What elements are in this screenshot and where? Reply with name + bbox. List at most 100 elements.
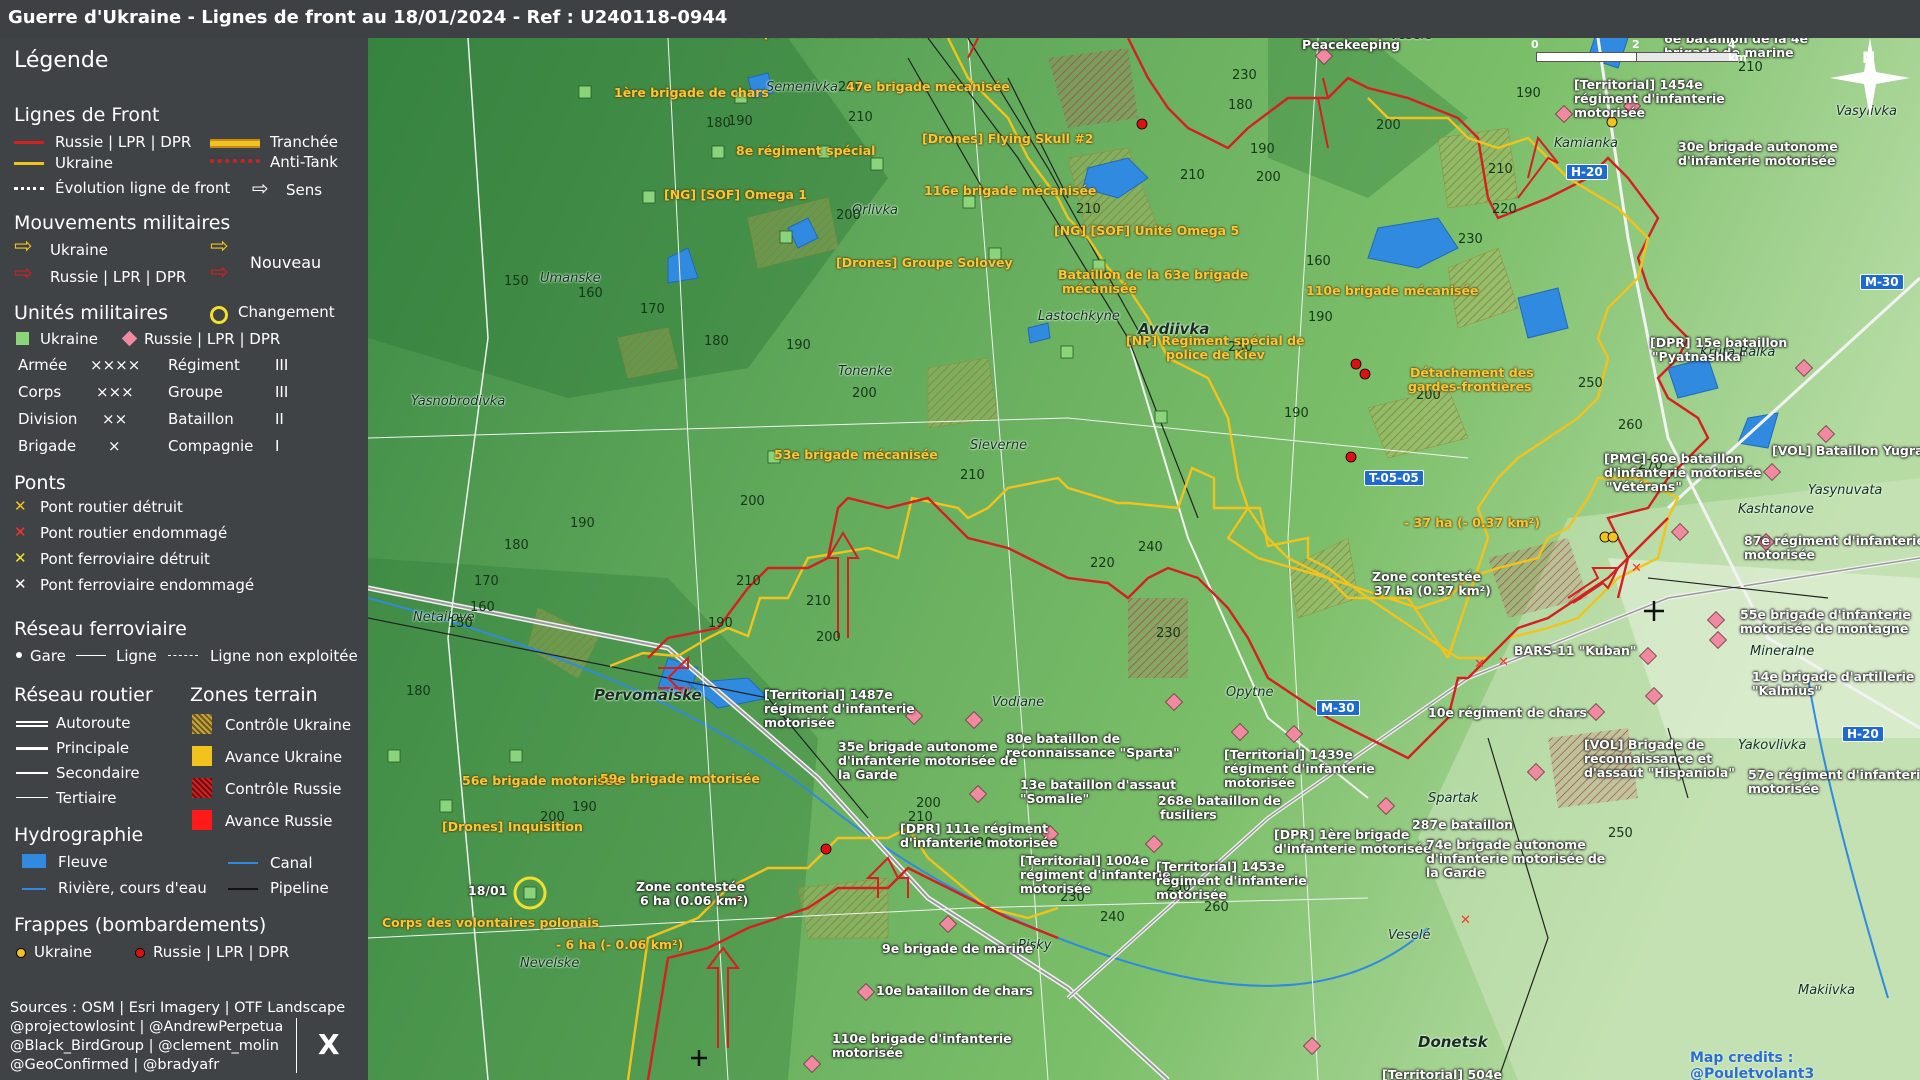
echelon-corps: Corps: [18, 383, 62, 401]
elevation-label: 190: [572, 800, 597, 815]
elevation-label: 230: [1232, 68, 1257, 83]
road-label: Secondaire: [56, 764, 140, 782]
russia-unit-label: d'assaut "Hispaniola": [1584, 765, 1735, 780]
echelon-battalion-sym: II: [275, 410, 284, 428]
elevation-label: 230: [1458, 232, 1483, 247]
hydro-heading: Hydrographie: [14, 824, 144, 846]
ukraine-unit-label: [NP] Régiment spécial de: [1126, 333, 1305, 348]
russia-unit-label: [Territorial] 1453e: [1156, 859, 1285, 874]
ukraine-unit-label: [Drones] Inquisition: [442, 819, 583, 834]
russia-control-swatch: [192, 778, 212, 798]
elevation-label: 190: [1308, 310, 1333, 325]
elevation-label: 210: [1488, 162, 1513, 177]
bridges-heading: Ponts: [14, 472, 66, 494]
russia-unit-label: reconnaissance "Sparta": [1006, 745, 1180, 760]
russia-unit-label: [Territorial] 504e: [1382, 1067, 1503, 1080]
elevation-label: 240: [1138, 540, 1163, 555]
russia-unit-label: Russie | LPR | DPR: [144, 330, 281, 348]
x-logo-icon[interactable]: X: [318, 1028, 340, 1061]
evolution-swatch: [14, 187, 44, 190]
russia-unit-label: reconnaissance et: [1584, 751, 1713, 766]
russia-unit-label: 87e régiment d'infanterie: [1744, 533, 1920, 548]
sources-divider: [296, 1018, 297, 1073]
russia-unit-label: 13e bataillon d'assaut: [1020, 777, 1177, 792]
town-label: Nevelske: [520, 956, 580, 971]
change-ring-icon: [210, 306, 228, 324]
town-label: Umanske: [540, 271, 601, 286]
svg-text:✕: ✕: [1460, 913, 1471, 928]
elevation-label: 210: [806, 594, 831, 609]
ukraine-unit-label: [NG] [SOF] Unité Omega 5: [1054, 223, 1240, 238]
ukraine-unit-label: - 37 ha (- 0.37 km²): [1404, 515, 1540, 530]
road-shield: T-05-05: [1364, 470, 1424, 486]
river-label: Fleuve: [58, 853, 108, 871]
elevation-label: 190: [728, 114, 753, 129]
russia-unit-label: 287e bataillon: [1412, 817, 1514, 832]
rail-heading: Réseau ferroviaire: [14, 618, 187, 640]
ukraine-unit-label: 1ère brigade de chars: [614, 85, 769, 100]
trench-label: Tranchée: [270, 133, 339, 151]
elevation-label: 200: [816, 630, 841, 645]
sources-line: @Black_BirdGroup | @clement_molin: [10, 1038, 279, 1054]
echelon-brigade-sym: ×: [108, 437, 121, 455]
echelon-company: Compagnie: [168, 437, 254, 455]
russia-unit-label: fusiliers: [1160, 807, 1217, 822]
elevation-label: 260: [1204, 900, 1229, 915]
evolution-label: Évolution ligne de front: [55, 179, 231, 197]
town-label: Yakovlivka: [1738, 738, 1807, 753]
rail-bridge-destroyed-icon: ✕: [14, 549, 27, 567]
secondary-road-swatch: [16, 772, 48, 774]
terrain-heading: Zones terrain: [190, 684, 318, 706]
station-label: Gare: [30, 647, 66, 665]
strikes-heading: Frappes (bombardements): [14, 914, 267, 936]
movements-heading: Mouvements militaires: [14, 212, 231, 234]
russia-unit-label: [VOL] Brigade de: [1584, 737, 1705, 752]
antitank-label: Anti-Tank: [270, 153, 338, 171]
map-canvas[interactable]: ✕ ✕ ✕ ✕ ✕ H-20 M-30 T-05-05 M-30 H-20 Semen…: [368, 38, 1920, 1080]
echelon-battalion: Bataillon: [168, 410, 234, 428]
town-label: Yasynuvata: [1808, 483, 1883, 498]
russia-move-label: Russie | LPR | DPR: [50, 268, 187, 286]
scale-zero: 0: [1531, 38, 1539, 51]
russia-unit-label: "Kalmius": [1752, 683, 1822, 698]
town-label: Sieverne: [970, 438, 1028, 453]
sources-line: Sources : OSM | Esri Imagery | OTF Lands…: [10, 1000, 346, 1016]
russia-unit-label: régiment d'infanterie: [1574, 91, 1725, 106]
elevation-label: 250: [1578, 376, 1603, 391]
elevation-label: 200: [740, 494, 765, 509]
russia-unit-label: 14e brigade d'artillerie: [1752, 669, 1915, 684]
stream-swatch: [22, 888, 46, 890]
echelon-corps-sym: ×××: [96, 383, 134, 401]
svg-text:✕: ✕: [1474, 657, 1485, 672]
elevation-label: 200: [852, 386, 877, 401]
russia-unit-label: [VOL] Bataillon Yugra: [1772, 443, 1920, 458]
ukraine-control-swatch: [192, 714, 212, 734]
russia-line-swatch: [14, 141, 44, 144]
town-label: Kamianka: [1554, 136, 1619, 151]
town-label: Spartak: [1428, 791, 1479, 806]
russia-unit-label: [Territorial] 1454e: [1574, 77, 1703, 92]
russia-unit-label: [DPR] 111e régiment: [900, 821, 1049, 836]
elevation-label: 180: [504, 538, 529, 553]
ukraine-unit-label: Ukraine: [40, 330, 98, 348]
russia-unit-label: 10e bataillon de chars: [876, 983, 1033, 998]
bridge-label: Pont routier endommagé: [40, 524, 228, 542]
russia-unit-label: motorisée: [1020, 881, 1092, 896]
ukraine-strike-dot-icon: [16, 948, 26, 958]
rail-bridge-damaged-icon: ✕: [14, 575, 27, 593]
rail-line-label: Ligne: [116, 647, 157, 665]
elevation-label: 230: [1156, 626, 1181, 641]
direction-arrow-icon: ⇨: [252, 176, 269, 200]
elevation-label: 160: [1306, 254, 1331, 269]
russia-unit-label: régiment d'infanterie: [764, 701, 915, 716]
russia-unit-label: 10e régiment de chars: [1428, 705, 1587, 720]
road-label: Tertiaire: [56, 789, 117, 807]
terrain-label: Contrôle Ukraine: [225, 716, 352, 734]
russia-advance-swatch: [192, 810, 212, 830]
sources-line: @projectowlosint | @AndrewPerpetua: [10, 1019, 284, 1035]
russia-strike-label: Russie | LPR | DPR: [153, 943, 290, 961]
city-label: Pervomaiske: [594, 686, 702, 704]
russia-unit-label: [DPR] 15e bataillon: [1650, 335, 1788, 350]
town-label: Opytne: [1226, 685, 1274, 700]
road-bridge-damaged-icon: ✕: [14, 523, 27, 541]
